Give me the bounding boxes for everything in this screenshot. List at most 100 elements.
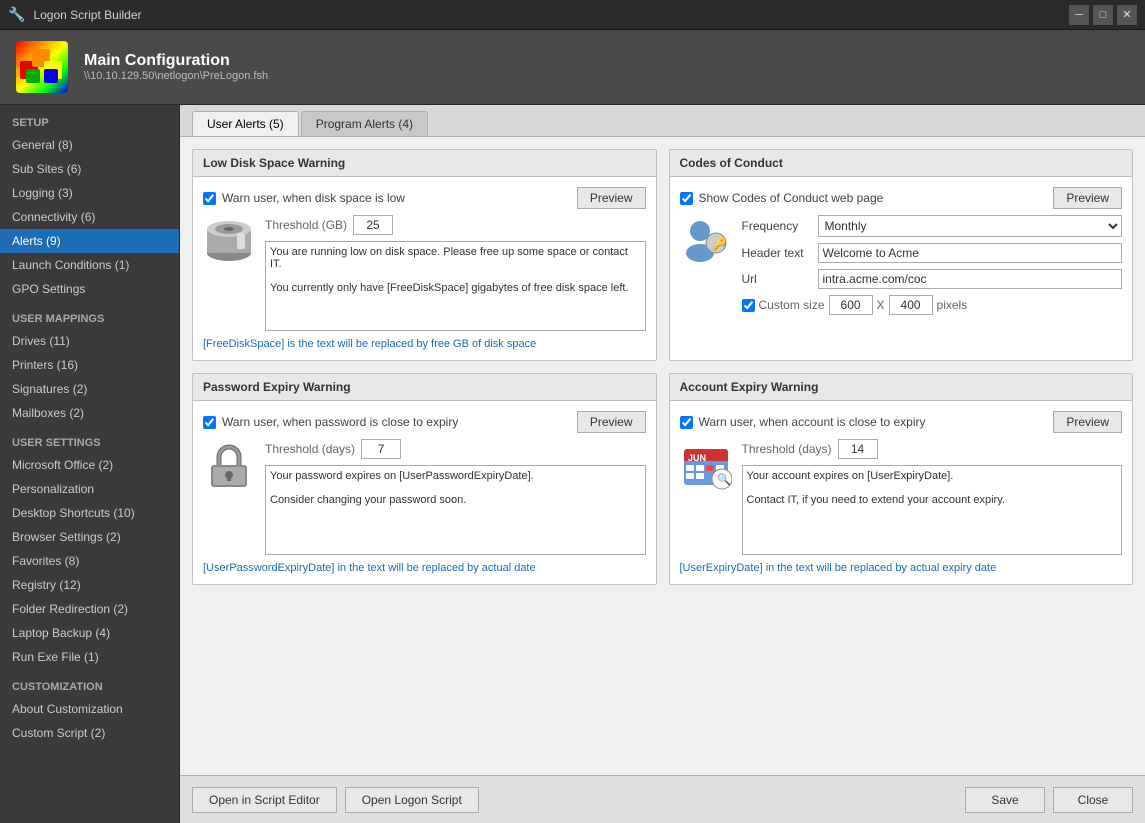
sidebar-item-ms-office[interactable]: Microsoft Office (2) [0,453,179,477]
content-area: User Alerts (5) Program Alerts (4) Low D… [180,105,1145,823]
sidebar-item-logging[interactable]: Logging (3) [0,181,179,205]
main-layout: Setup General (8) Sub Sites (6) Logging … [0,105,1145,823]
low-disk-message-textarea[interactable]: You are running low on disk space. Pleas… [265,241,646,331]
custom-size-height-input[interactable] [889,295,933,315]
sidebar-section-title-user-settings: User Settings [0,425,179,453]
header-text-input[interactable] [818,243,1123,263]
account-expiry-checkbox-row: Warn user, when account is close to expi… [680,411,1123,433]
sidebar-section-title-user-mappings: User Mappings [0,301,179,329]
open-script-editor-button[interactable]: Open in Script Editor [192,787,337,813]
panel-codes-of-conduct-title: Codes of Conduct [670,150,1133,177]
tab-user-alerts[interactable]: User Alerts (5) [192,111,299,136]
password-expiry-message-textarea[interactable]: Your password expires on [UserPasswordEx… [265,465,646,555]
header: Main Configuration \\10.10.129.50\netlog… [0,30,1145,105]
pixels-label: pixels [937,298,968,312]
sidebar-item-desktop-shortcuts[interactable]: Desktop Shortcuts (10) [0,501,179,525]
sidebar-section-user-settings: User Settings Microsoft Office (2) Perso… [0,425,179,669]
codes-preview-button[interactable]: Preview [1053,187,1122,209]
sidebar-item-folder-redirection[interactable]: Folder Redirection (2) [0,597,179,621]
x-separator: X [877,298,885,312]
password-expiry-threshold-label: Threshold (days) [265,442,355,456]
app-title: Logon Script Builder [33,8,141,22]
bottom-right: Save Close [965,787,1133,813]
password-expiry-preview-button[interactable]: Preview [577,411,646,433]
title-bar-controls: ─ □ ✕ [1069,5,1137,25]
sidebar: Setup General (8) Sub Sites (6) Logging … [0,105,180,823]
minimize-button[interactable]: ─ [1069,5,1089,25]
account-expiry-preview-button[interactable]: Preview [1053,411,1122,433]
low-disk-checkbox-label: Warn user, when disk space is low [222,191,405,205]
sidebar-item-launch-conditions[interactable]: Launch Conditions (1) [0,253,179,277]
app-logo [16,41,68,93]
lock-icon [203,439,255,491]
account-expiry-right: Threshold (days) Your account expires on… [742,439,1123,558]
sidebar-item-personalization[interactable]: Personalization [0,477,179,501]
account-expiry-checkbox[interactable] [680,416,693,429]
sidebar-item-sub-sites[interactable]: Sub Sites (6) [0,157,179,181]
low-disk-checkbox[interactable] [203,192,216,205]
sidebar-section-title-customization: Customization [0,669,179,697]
sidebar-item-connectivity[interactable]: Connectivity (6) [0,205,179,229]
password-expiry-right: Threshold (days) Your password expires o… [265,439,646,558]
sidebar-item-favorites[interactable]: Favorites (8) [0,549,179,573]
url-label: Url [742,272,812,286]
codes-icon: 🔑 [680,215,732,267]
password-expiry-checkbox-label: Warn user, when password is close to exp… [222,415,458,429]
open-logon-script-button[interactable]: Open Logon Script [345,787,479,813]
panel-password-expiry: Password Expiry Warning Warn user, when … [192,373,657,585]
save-button[interactable]: Save [965,787,1045,813]
disk-icon [203,215,255,267]
custom-size-width-input[interactable] [829,295,873,315]
sidebar-section-customization: Customization About Customization Custom… [0,669,179,745]
sidebar-item-alerts[interactable]: Alerts (9) [0,229,179,253]
sidebar-item-signatures[interactable]: Signatures (2) [0,377,179,401]
codes-checkbox-row: Show Codes of Conduct web page Preview [680,187,1123,209]
header-subtitle: \\10.10.129.50\netlogon\PreLogon.fsh [84,70,268,82]
password-expiry-threshold-row: Threshold (days) [265,439,646,459]
custom-size-row: Custom size X pixels [742,295,1123,315]
maximize-button[interactable]: □ [1093,5,1113,25]
sidebar-item-drives[interactable]: Drives (11) [0,329,179,353]
password-expiry-checkbox[interactable] [203,416,216,429]
sidebar-section-setup: Setup General (8) Sub Sites (6) Logging … [0,105,179,301]
sidebar-item-laptop-backup[interactable]: Laptop Backup (4) [0,621,179,645]
low-disk-preview-button[interactable]: Preview [577,187,646,209]
panel-account-expiry-title: Account Expiry Warning [670,374,1133,401]
panel-low-disk: Low Disk Space Warning Warn user, when d… [192,149,657,361]
account-expiry-icon-row: JUN 🔍 [680,439,1123,558]
sidebar-item-general[interactable]: General (8) [0,133,179,157]
panels-container: Low Disk Space Warning Warn user, when d… [180,137,1145,775]
low-disk-icon-row: Threshold (GB) You are running low on di… [203,215,646,334]
sidebar-item-registry[interactable]: Registry (12) [0,573,179,597]
password-expiry-checkbox-row: Warn user, when password is close to exp… [203,411,646,433]
tab-program-alerts[interactable]: Program Alerts (4) [301,111,428,136]
header-text-row: Header text [742,243,1123,263]
account-expiry-threshold-input[interactable] [838,439,878,459]
password-expiry-threshold-input[interactable] [361,439,401,459]
password-expiry-icon-row: Threshold (days) Your password expires o… [203,439,646,558]
sidebar-item-custom-script[interactable]: Custom Script (2) [0,721,179,745]
sidebar-item-browser-settings[interactable]: Browser Settings (2) [0,525,179,549]
close-window-button[interactable]: ✕ [1117,5,1137,25]
codes-checkbox[interactable] [680,192,693,205]
url-input[interactable] [818,269,1123,289]
low-disk-hint: [FreeDiskSpace] is the text will be repl… [203,338,646,350]
frequency-label: Frequency [742,219,812,233]
panel-account-expiry-body: Warn user, when account is close to expi… [670,401,1133,584]
tab-bar: User Alerts (5) Program Alerts (4) [180,105,1145,137]
custom-size-checkbox[interactable] [742,299,755,312]
sidebar-item-mailboxes[interactable]: Mailboxes (2) [0,401,179,425]
account-expiry-threshold-label: Threshold (days) [742,442,832,456]
sidebar-item-gpo-settings[interactable]: GPO Settings [0,277,179,301]
account-expiry-message-textarea[interactable]: Your account expires on [UserExpiryDate]… [742,465,1123,555]
low-disk-threshold-input[interactable] [353,215,393,235]
url-row: Url [742,269,1123,289]
close-button[interactable]: Close [1053,787,1133,813]
low-disk-threshold-row: Threshold (GB) [265,215,646,235]
frequency-select[interactable]: Monthly Weekly Daily Once [818,215,1123,237]
sidebar-item-about-customization[interactable]: About Customization [0,697,179,721]
codes-checkbox-label: Show Codes of Conduct web page [699,191,884,205]
sidebar-item-printers[interactable]: Printers (16) [0,353,179,377]
account-expiry-threshold-row: Threshold (days) [742,439,1123,459]
sidebar-item-run-exe[interactable]: Run Exe File (1) [0,645,179,669]
